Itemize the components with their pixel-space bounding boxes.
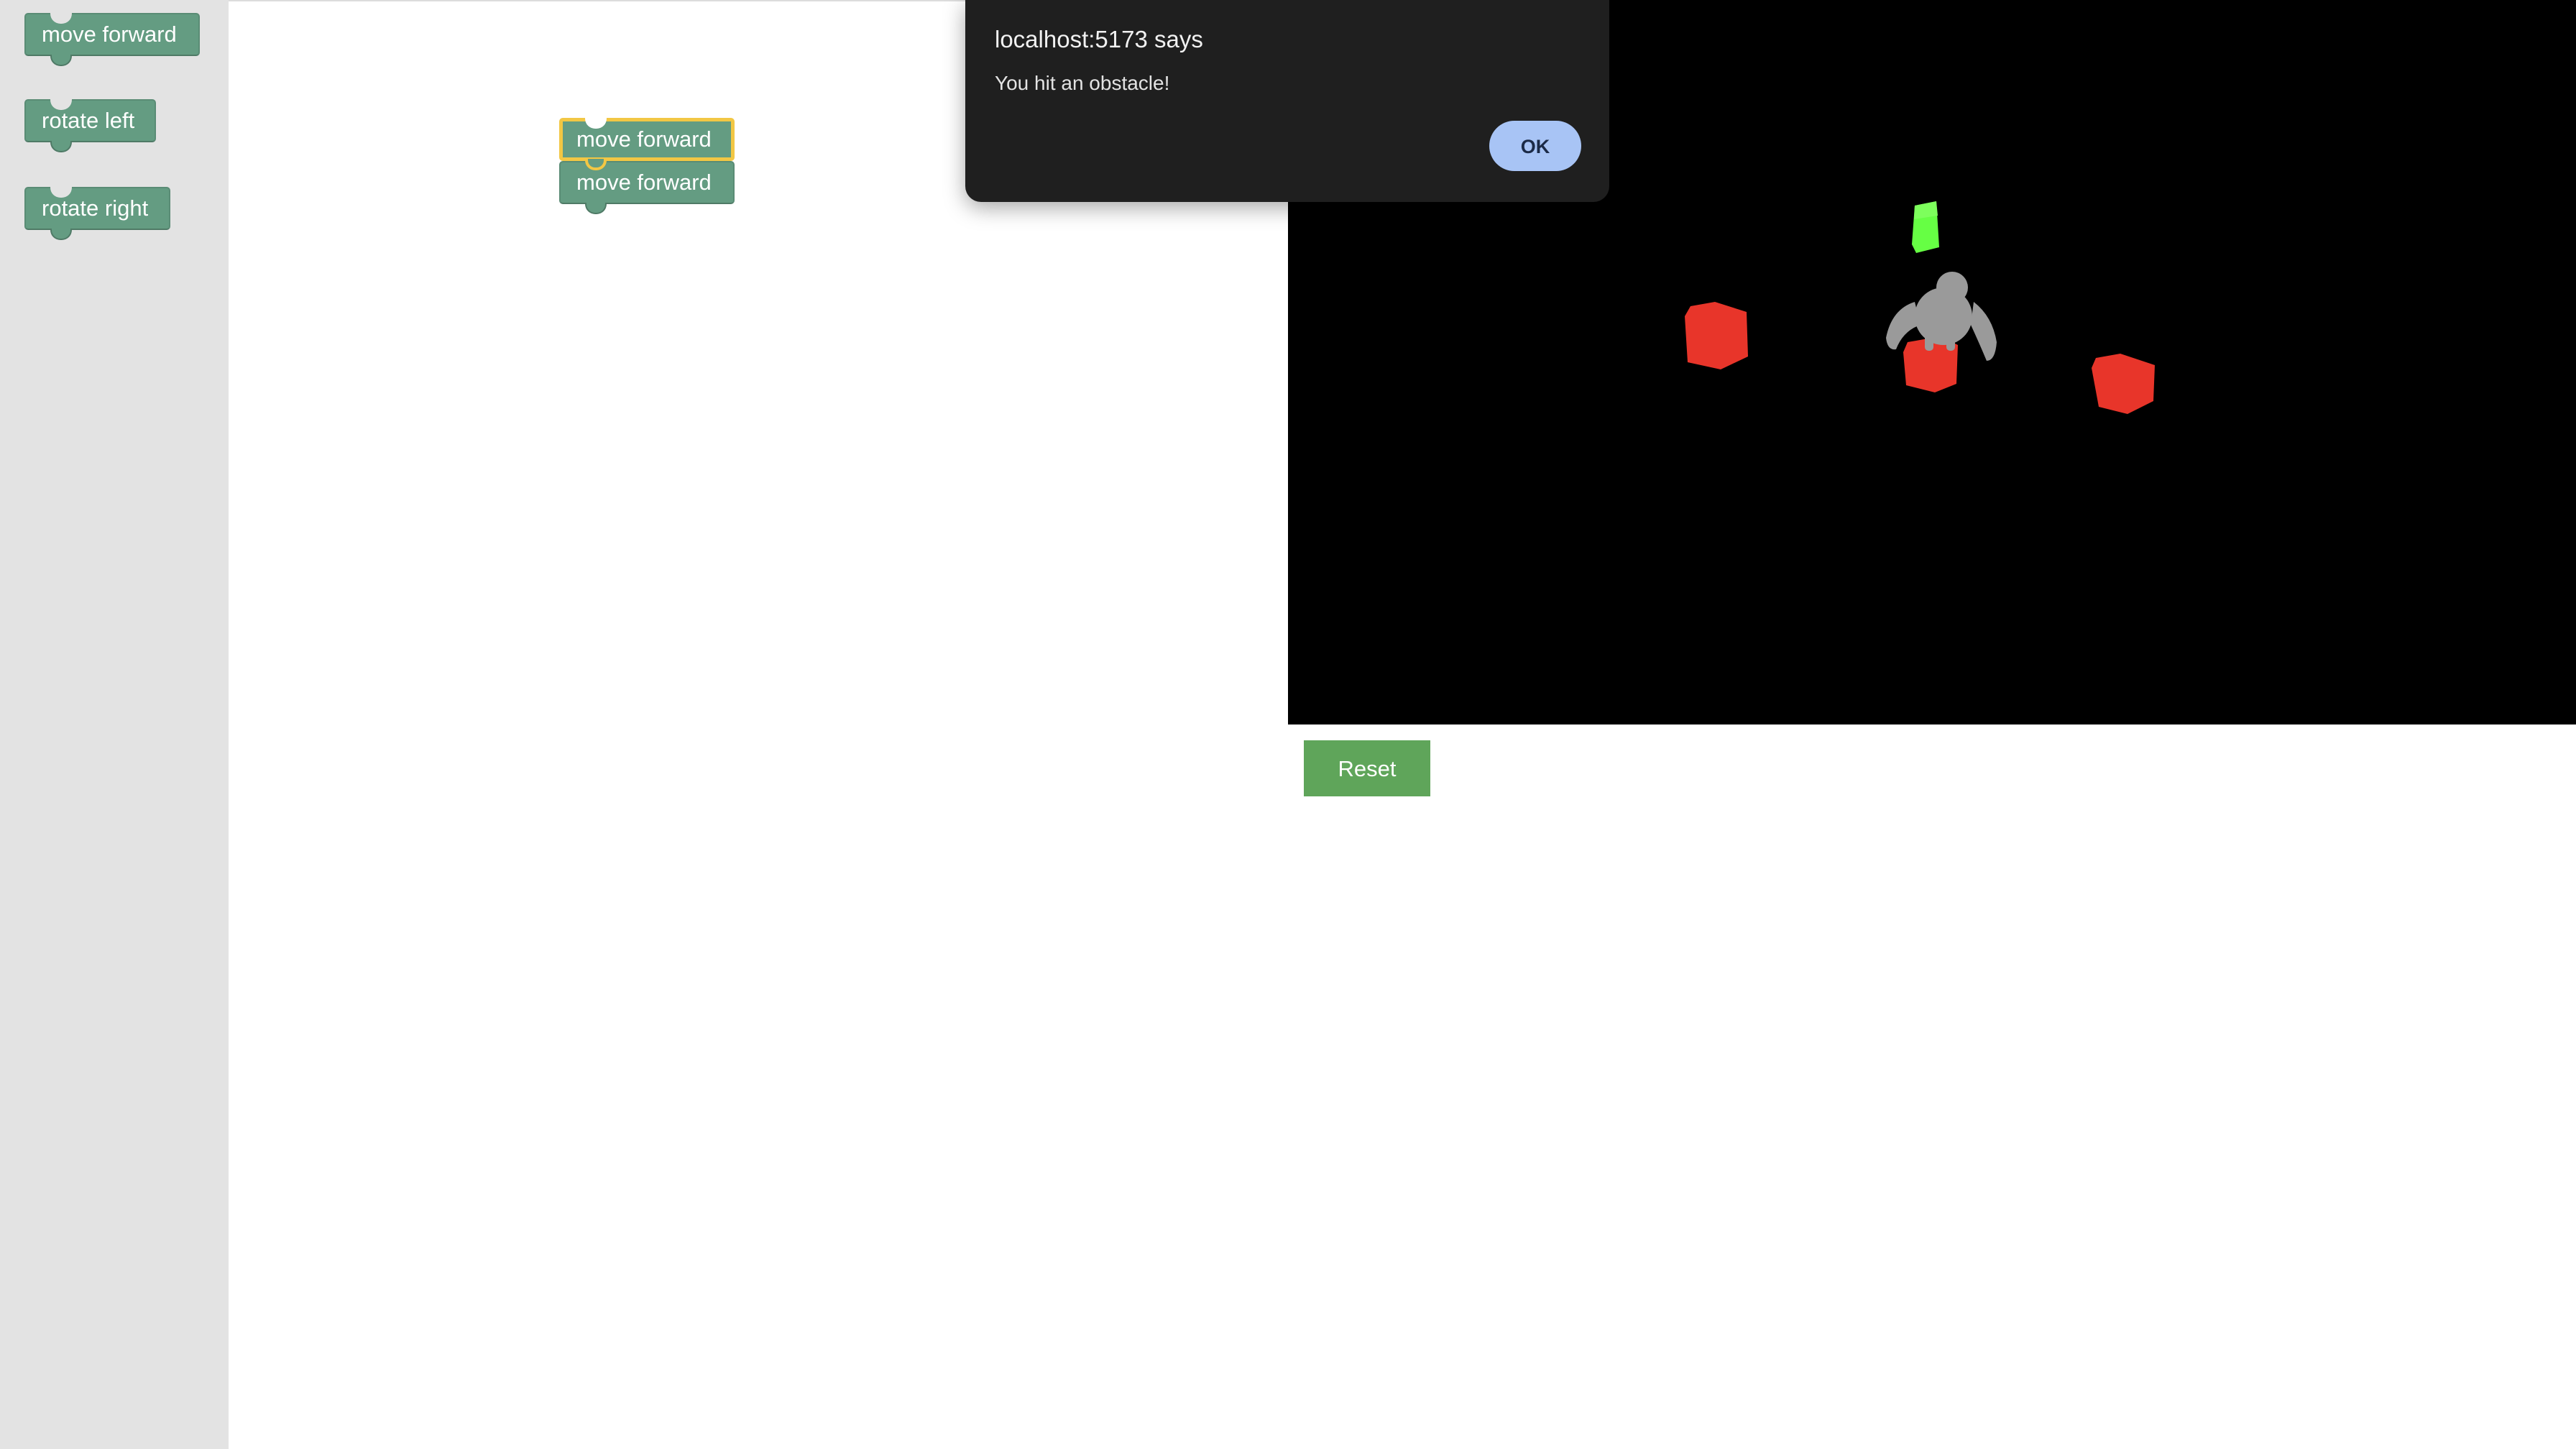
dialog-ok-button[interactable]: OK [1489,121,1581,171]
toolbox-block-rotate-left[interactable]: rotate left [24,99,156,152]
workspace-block-move-forward[interactable]: move forward [559,161,735,214]
alert-dialog: localhost:5173 says You hit an obstacle!… [965,0,1609,202]
reset-button[interactable]: Reset [1304,740,1430,796]
obstacle-cube-left [1685,302,1748,369]
dialog-message: You hit an obstacle! [995,72,1170,94]
blockly-workspace[interactable]: move forward move forward [229,0,1288,1449]
workspace-block-move-forward-selected[interactable]: move forward [559,118,735,170]
toolbox-block-rotate-right[interactable]: rotate right [24,187,170,240]
blockly-toolbox: move forward rotate left rotate right [0,0,229,1449]
obstacle-cube-right [2092,354,2155,414]
dialog-title: localhost:5173 says [995,26,1203,52]
toolbox-block-move-forward[interactable]: move forward [24,13,200,66]
